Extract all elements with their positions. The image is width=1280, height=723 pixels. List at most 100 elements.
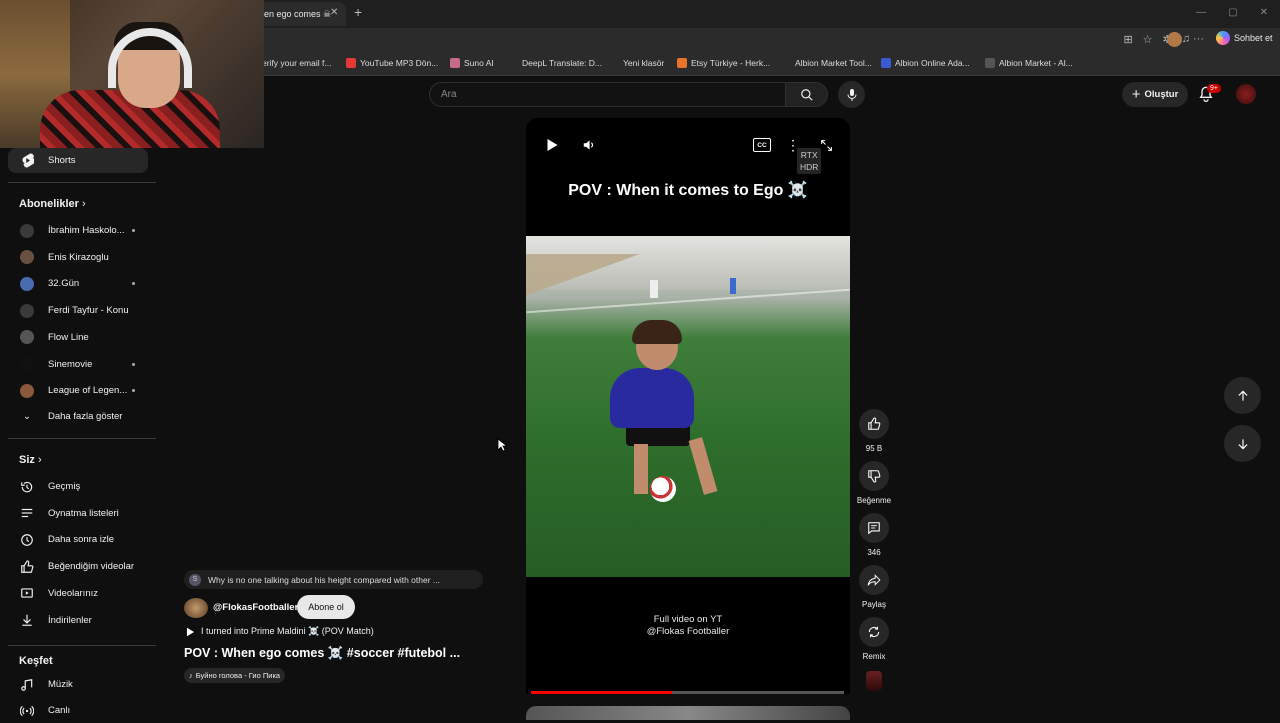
sidebar-subscription-item[interactable]: Flow Line bbox=[8, 325, 148, 350]
video-player-jersey bbox=[610, 368, 694, 428]
sidebar-item-label: Beğendiğim videolar bbox=[48, 561, 135, 573]
music-label: Буйно голова - Гио Пика bbox=[195, 671, 281, 680]
subscriptions-header[interactable]: Abonelikler › bbox=[19, 198, 86, 210]
volume-button[interactable] bbox=[580, 136, 598, 154]
progress-fill bbox=[531, 691, 672, 694]
sidebar-item-label: İbrahim Haskolo... bbox=[48, 225, 125, 236]
previous-short-button[interactable] bbox=[1224, 377, 1261, 414]
create-button[interactable]: + Oluştur bbox=[1122, 82, 1188, 107]
webcam-overlay bbox=[0, 0, 264, 148]
clock-icon bbox=[20, 533, 34, 547]
search-button[interactable] bbox=[786, 82, 828, 107]
sidebar-subscription-item[interactable]: 32.Gün bbox=[8, 271, 148, 296]
video-title[interactable]: POV : When ego comes ☠️ #soccer #futebol… bbox=[184, 646, 460, 661]
sidebar-item[interactable]: Videolarınız bbox=[8, 581, 148, 606]
related-video-link[interactable]: I turned into Prime Maldini ☠️ (POV Matc… bbox=[186, 626, 374, 637]
chevron-right-icon: › bbox=[81, 198, 86, 210]
video-frame[interactable] bbox=[526, 236, 850, 577]
next-short-button[interactable] bbox=[1224, 425, 1261, 462]
restore-icon[interactable]: ▢ bbox=[1228, 7, 1237, 18]
tab-close-icon[interactable]: ✕ bbox=[330, 7, 338, 18]
bookmark-label: Etsy Türkiye - Herk... bbox=[691, 58, 771, 68]
sidebar-item[interactable]: Beğendiğim videolar bbox=[8, 554, 148, 579]
create-label: Oluştur bbox=[1144, 89, 1179, 100]
sidebar-item-label: League of Legen... bbox=[48, 385, 128, 397]
sidebar-item-shorts[interactable]: Shorts bbox=[8, 148, 148, 173]
bookmark-favicon-icon bbox=[881, 58, 891, 68]
bookmark-item[interactable]: erify your email f... bbox=[262, 58, 331, 68]
sidebar-divider bbox=[8, 645, 156, 646]
bookmark-item[interactable]: YouTube MP3 Dön... bbox=[346, 58, 438, 68]
bookmark-item[interactable]: Yeni klasör bbox=[609, 58, 664, 68]
sidebar-item[interactable]: İndirilenler bbox=[8, 608, 148, 633]
bookmark-item[interactable]: Suno AI bbox=[450, 58, 494, 68]
remix-icon bbox=[868, 626, 880, 638]
captions-button[interactable]: CC bbox=[753, 138, 771, 152]
sidebar-divider bbox=[8, 438, 156, 439]
sidebar-item-label: Videolarınız bbox=[48, 587, 98, 599]
comment-teaser-chip[interactable]: S Why is no one talking about his height… bbox=[184, 570, 483, 589]
music-chip[interactable]: ♪ Буйно голова - Гио Пика bbox=[184, 668, 286, 683]
sidebar-item-label: Enis Kirazoglu bbox=[48, 251, 109, 263]
new-tab-button[interactable]: + bbox=[354, 4, 362, 20]
sidebar-subscription-item[interactable]: Ferdi Tayfur - Konu bbox=[8, 298, 148, 323]
thumbs-up-icon bbox=[20, 560, 34, 574]
remix-button[interactable] bbox=[859, 617, 889, 647]
live-icon bbox=[20, 704, 34, 718]
bookmark-item[interactable]: Etsy Türkiye - Herk... bbox=[677, 58, 770, 68]
sidebar-item[interactable]: Daha sonra izle bbox=[8, 527, 148, 552]
search-input[interactable]: Ara bbox=[429, 82, 786, 107]
account-avatar[interactable] bbox=[1236, 84, 1256, 104]
sidebar-subscription-item[interactable]: Sinemovie bbox=[8, 352, 148, 377]
you-header[interactable]: Siz › bbox=[19, 454, 42, 466]
fullscreen-icon bbox=[820, 139, 832, 151]
channel-avatar[interactable] bbox=[184, 598, 208, 618]
bookmark-item[interactable]: DeepL Translate: D... bbox=[508, 58, 602, 68]
subscribe-button[interactable]: Abone ol bbox=[297, 595, 355, 619]
bookmark-item[interactable]: Albion Market Tool... bbox=[781, 58, 872, 68]
bookmark-favicon-icon bbox=[677, 58, 687, 68]
sidebar-subscription-item[interactable]: İbrahim Haskolo... bbox=[8, 218, 148, 243]
more-options-icon[interactable]: ··· bbox=[1193, 33, 1204, 45]
sidebar-show-more[interactable]: ⌄ Daha fazla göster bbox=[8, 404, 148, 429]
sidebar-item[interactable]: Oynatma listeleri bbox=[8, 501, 148, 526]
chevron-right-icon: › bbox=[37, 454, 42, 466]
related-video-title: I turned into Prime Maldini ☠️ (POV Matc… bbox=[201, 626, 374, 636]
like-count: 95 B bbox=[865, 444, 883, 453]
sound-thumbnail[interactable] bbox=[866, 671, 882, 691]
voice-search-button[interactable] bbox=[838, 81, 865, 108]
reader-icon[interactable]: ⊞ bbox=[1123, 33, 1132, 46]
sidebar-item-label: Ferdi Tayfur - Konu bbox=[48, 305, 129, 317]
browser-profile-avatar[interactable] bbox=[1167, 32, 1182, 47]
channel-name[interactable]: @FlokasFootballer bbox=[213, 602, 298, 613]
sidebar-item[interactable]: Canlı bbox=[8, 698, 148, 723]
sidebar-subscription-item[interactable]: League of Legen... bbox=[8, 378, 148, 403]
bookmark-favicon-icon bbox=[781, 58, 791, 68]
bookmark-label: Albion Market - Al... bbox=[999, 58, 1073, 68]
next-short-preview[interactable] bbox=[526, 706, 850, 720]
bookmark-item[interactable]: Albion Market - Al... bbox=[985, 58, 1073, 68]
close-window-icon[interactable]: ✕ bbox=[1260, 7, 1268, 18]
media-icon[interactable]: ♫ bbox=[1182, 33, 1190, 46]
channel-avatar bbox=[20, 223, 34, 238]
minimize-icon[interactable]: — bbox=[1196, 7, 1206, 18]
favorite-star-icon[interactable]: ☆ bbox=[1143, 33, 1153, 46]
like-button[interactable] bbox=[859, 409, 889, 439]
channel-avatar bbox=[20, 330, 34, 345]
sidebar-divider bbox=[8, 182, 156, 183]
copilot-button[interactable]: Sohbet et bbox=[1216, 31, 1273, 45]
plus-icon: + bbox=[1131, 86, 1141, 103]
bookmark-label: Yeni klasör bbox=[623, 58, 665, 68]
sidebar-subscription-item[interactable]: Enis Kirazoglu bbox=[8, 245, 148, 270]
remix-label: Remix bbox=[862, 652, 886, 661]
bookmark-item[interactable]: Albion Online Ada... bbox=[881, 58, 970, 68]
sidebar-item-label: İndirilenler bbox=[48, 614, 92, 626]
sidebar-item[interactable]: Geçmiş bbox=[8, 474, 148, 499]
channel-avatar bbox=[20, 303, 34, 318]
comments-button[interactable] bbox=[859, 513, 889, 543]
video-football bbox=[650, 476, 676, 502]
play-button[interactable] bbox=[543, 136, 561, 154]
share-button[interactable] bbox=[859, 565, 889, 595]
dislike-button[interactable] bbox=[859, 461, 889, 491]
sidebar-item[interactable]: Müzik bbox=[8, 672, 148, 697]
